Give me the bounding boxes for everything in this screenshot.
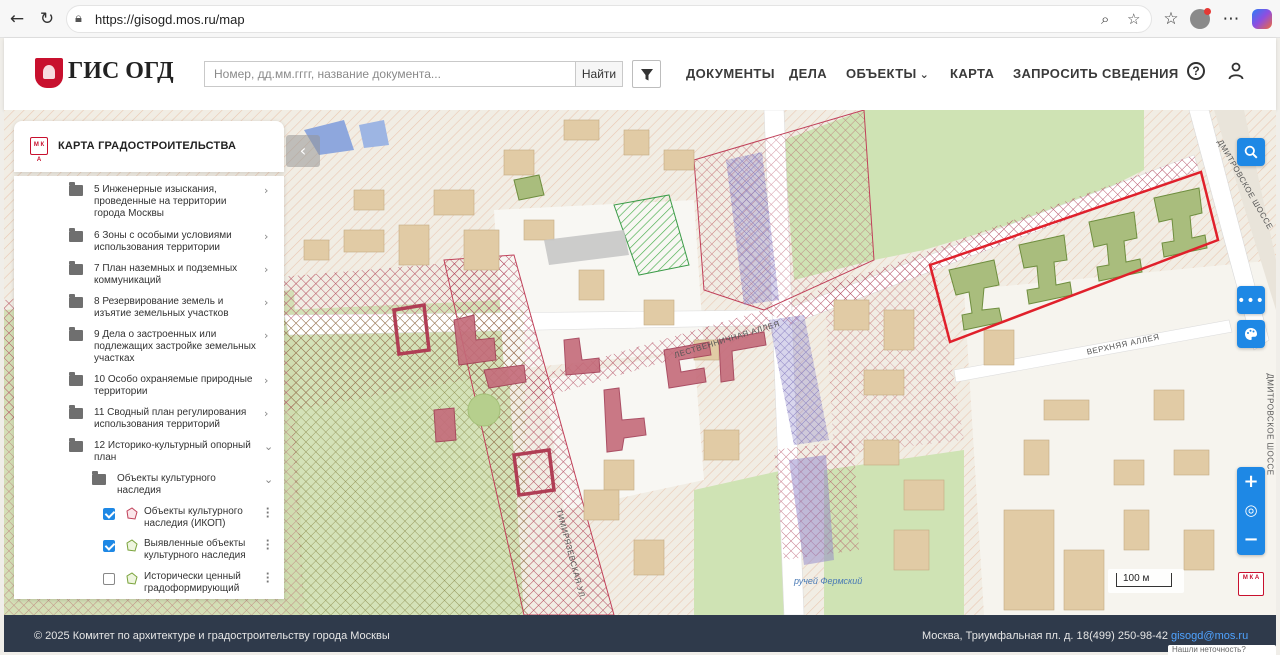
reload-icon[interactable]: ↻	[36, 8, 58, 30]
panel-header: М К А КАРТА ГРАДОСТРОИТЕЛЬСТВА	[14, 121, 284, 172]
chevron-down-icon[interactable]: ⌄	[264, 473, 273, 486]
layer-item-label: Объекты культурного наследия (ИКОП)	[144, 506, 243, 529]
chevron-right-icon[interactable]: ›	[264, 374, 268, 387]
mka-logo[interactable]: М К А	[1238, 572, 1264, 596]
zoom-icon[interactable]: ⌕	[1101, 10, 1109, 28]
layer-label: 6 Зоны с особыми условиями использования…	[94, 230, 232, 253]
stream-label: ручей Фермский	[794, 576, 863, 586]
browser-toolbar: ← ↻ 🔒︎ https://gisogd.mos.ru/map ⌕ ☆ ☆ ⋯	[0, 0, 1280, 38]
folder-icon	[69, 438, 83, 452]
profile-avatar[interactable]	[1190, 8, 1211, 29]
chevron-down-icon: ⌄	[919, 68, 930, 81]
folder-icon	[69, 261, 83, 275]
search-icon	[1244, 145, 1258, 159]
layer-label: 5 Инженерные изыскания, проведенные на т…	[94, 184, 227, 219]
more-tools-button[interactable]: •••	[1237, 286, 1265, 314]
nav-cases[interactable]: ДЕЛА	[789, 66, 827, 81]
site-header: ГИС ОГД Найти ДОКУМЕНТЫ ДЕЛА ОБЪЕКТЫ⌄ КА…	[4, 38, 1276, 110]
user-icon[interactable]	[1228, 62, 1244, 80]
folder-icon	[69, 372, 83, 386]
panel-title: КАРТА ГРАДОСТРОИТЕЛЬСТВА	[58, 140, 237, 152]
kebab-menu-icon[interactable]: · · ·	[265, 502, 271, 523]
copilot-icon[interactable]	[1252, 9, 1272, 29]
back-icon[interactable]: ←	[6, 8, 28, 30]
layer-label: 7 План наземных и подземных коммуникаций	[94, 263, 238, 286]
help-icon[interactable]: ?	[1187, 62, 1205, 80]
palette-icon	[1245, 328, 1257, 340]
locate-button[interactable]: ◎	[1237, 496, 1265, 525]
footer-phone: 8(499) 250-98-42	[1083, 630, 1169, 642]
checkbox[interactable]	[103, 540, 115, 552]
folder-icon	[92, 471, 106, 485]
footer-address: Москва, Триумфальная пл. д. 1	[922, 630, 1083, 642]
chevron-right-icon[interactable]: ›	[264, 184, 268, 197]
collapse-panel-button[interactable]: ‹	[286, 135, 320, 167]
map-search-button[interactable]	[1237, 138, 1265, 166]
zoom-controls: + ◎ −	[1237, 467, 1265, 555]
nav-map[interactable]: КАРТА	[950, 66, 994, 81]
zoom-in-button[interactable]: +	[1237, 467, 1265, 496]
folder-icon	[69, 228, 83, 242]
scale-bar: 100 м	[1108, 569, 1184, 593]
heritage-symbol-icon	[126, 507, 138, 520]
palette-button[interactable]	[1237, 320, 1265, 348]
lock-icon: 🔒︎	[75, 11, 82, 26]
mka-panel-icon: М К А	[30, 137, 48, 163]
filter-button[interactable]	[632, 60, 661, 88]
checkbox[interactable]	[103, 573, 115, 585]
folder-icon	[69, 182, 83, 196]
nav-objects[interactable]: ОБЪЕКТЫ ⌄	[846, 66, 929, 81]
chevron-right-icon[interactable]: ›	[264, 230, 268, 243]
sublayer-label: Объекты культурного наследия	[117, 473, 216, 496]
favorites-icon[interactable]: ☆	[1160, 8, 1182, 30]
folder-icon	[69, 294, 83, 308]
identified-heritage-symbol-icon	[126, 539, 138, 552]
logo-text[interactable]: ГИС ОГД	[68, 58, 174, 85]
dots-icon: •••	[1237, 293, 1265, 309]
footer-email-link[interactable]: gisogd@mos.ru	[1171, 630, 1248, 642]
street-label-dmitrov-2: ДМИТРОВСКОЕ ШОССЕ	[1265, 373, 1275, 476]
zoom-out-button[interactable]: −	[1237, 525, 1265, 554]
more-icon[interactable]: ⋯	[1220, 8, 1242, 30]
folder-icon	[69, 405, 83, 419]
nav-documents[interactable]: ДОКУМЕНТЫ	[686, 66, 775, 81]
folder-icon	[69, 327, 83, 341]
kebab-menu-icon[interactable]: · · ·	[265, 567, 271, 588]
chevron-right-icon[interactable]: ›	[264, 263, 268, 276]
layer-label: 11 Сводный план регулирования использова…	[94, 407, 247, 430]
layer-label: 8 Резервирование земель и изъятие земель…	[94, 296, 229, 319]
chevron-down-icon[interactable]: ⌄	[264, 440, 273, 453]
search-button[interactable]: Найти	[575, 61, 623, 87]
filter-icon	[641, 69, 653, 81]
url-text[interactable]: https://gisogd.mos.ru/map	[95, 12, 245, 27]
site-footer: © 2025 Комитет по архитектуре и градостр…	[4, 615, 1276, 655]
checkbox[interactable]	[103, 508, 115, 520]
layer-panel: 5 Инженерные изыскания, проведенные на т…	[14, 176, 284, 599]
star-icon[interactable]: ☆	[1127, 10, 1140, 28]
layer-label: 9 Дела о застроенных или подлежащих заст…	[94, 329, 256, 364]
feedback-tab[interactable]: Нашли неточность?	[1168, 645, 1276, 655]
layer-label: 12 Историко-культурный опорный план	[94, 440, 251, 463]
moscow-emblem-icon[interactable]	[35, 58, 63, 88]
layer-item-label: Выявленные объекты культурного наследия	[144, 538, 246, 561]
historic-symbol-icon	[126, 572, 138, 585]
chevron-right-icon[interactable]: ›	[264, 329, 268, 342]
nav-request[interactable]: ЗАПРОСИТЬ СВЕДЕНИЯ	[1013, 66, 1179, 81]
scale-text: 100 м	[1123, 573, 1150, 584]
address-bar[interactable]: 🔒︎ https://gisogd.mos.ru/map ⌕ ☆	[66, 5, 1152, 33]
footer-copyright: © 2025 Комитет по архитектуре и градостр…	[34, 630, 390, 642]
layer-label: 10 Особо охраняемые природные территории	[94, 374, 253, 397]
layer-item-label: Исторически ценный градоформирующий	[144, 571, 241, 594]
nav-objects-label: ОБЪЕКТЫ	[846, 66, 917, 81]
chevron-right-icon[interactable]: ›	[264, 407, 268, 420]
search-input[interactable]	[204, 61, 577, 87]
chevron-right-icon[interactable]: ›	[264, 296, 268, 309]
kebab-menu-icon[interactable]: · · ·	[265, 534, 271, 555]
